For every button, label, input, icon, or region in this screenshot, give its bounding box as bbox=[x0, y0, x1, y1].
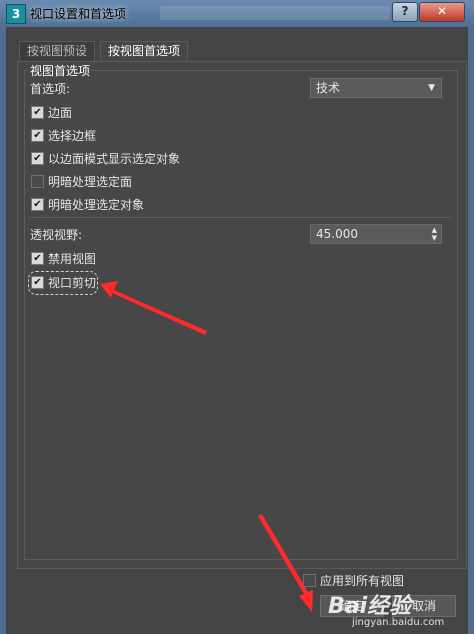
arrow-to-ok-button bbox=[258, 514, 313, 612]
watermark-logo: Bai经验 bbox=[328, 594, 412, 619]
watermark-url: jingyan.baidu.com bbox=[352, 617, 445, 628]
annotation-arrows bbox=[100, 281, 313, 612]
arrow-to-viewport-clipping bbox=[100, 281, 207, 335]
